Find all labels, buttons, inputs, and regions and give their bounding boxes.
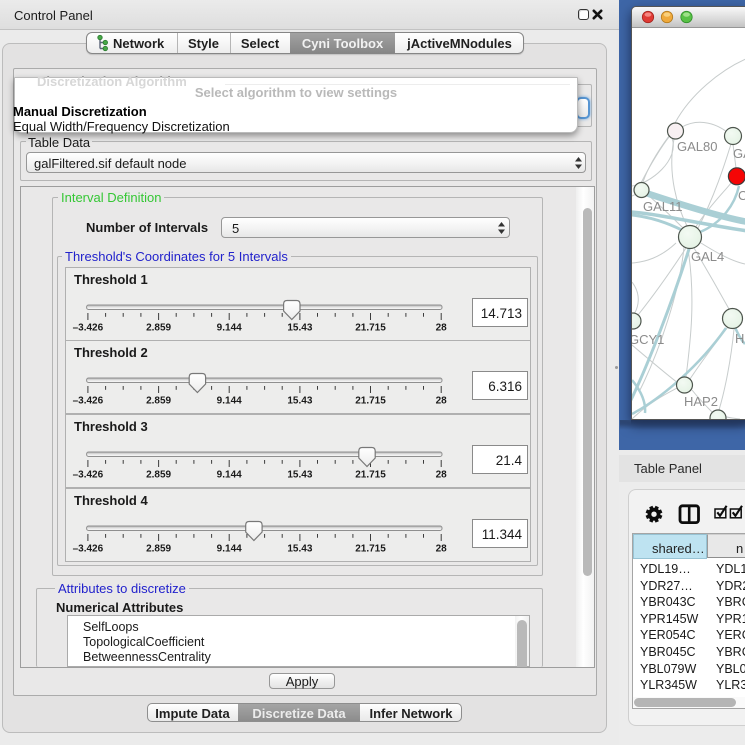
svg-text:GCY1: GCY1 — [632, 332, 664, 347]
svg-text:28: 28 — [436, 396, 448, 407]
svg-text:–3.426: –3.426 — [73, 544, 104, 555]
svg-text:9.144: 9.144 — [217, 323, 242, 334]
svg-text:15.43: 15.43 — [287, 323, 312, 334]
svg-text:GAL4: GAL4 — [691, 249, 724, 264]
svg-text:21.715: 21.715 — [355, 470, 386, 481]
svg-text:21.715: 21.715 — [355, 396, 386, 407]
svg-text:H: H — [735, 331, 744, 346]
svg-text:2.859: 2.859 — [146, 470, 171, 481]
svg-text:2.859: 2.859 — [146, 544, 171, 555]
svg-text:–3.426: –3.426 — [73, 323, 104, 334]
svg-text:28: 28 — [436, 470, 448, 481]
svg-text:9.144: 9.144 — [217, 470, 242, 481]
svg-text:9.144: 9.144 — [217, 396, 242, 407]
svg-text:–3.426: –3.426 — [73, 396, 104, 407]
svg-text:15.43: 15.43 — [287, 396, 312, 407]
svg-text:28: 28 — [436, 323, 448, 334]
svg-text:28: 28 — [436, 544, 448, 555]
svg-text:21.715: 21.715 — [355, 544, 386, 555]
svg-text:–3.426: –3.426 — [73, 470, 104, 481]
svg-text:GA: GA — [733, 146, 745, 161]
svg-text:15.43: 15.43 — [287, 470, 312, 481]
svg-text:21.715: 21.715 — [355, 323, 386, 334]
svg-text:GAL11: GAL11 — [643, 199, 683, 214]
svg-text:9.144: 9.144 — [217, 544, 242, 555]
svg-text:C: C — [738, 188, 745, 203]
svg-text:2.859: 2.859 — [146, 323, 171, 334]
svg-text:2.859: 2.859 — [146, 396, 171, 407]
svg-text:GAL80: GAL80 — [677, 139, 717, 154]
svg-text:HAP2: HAP2 — [684, 394, 718, 409]
svg-text:15.43: 15.43 — [287, 544, 312, 555]
